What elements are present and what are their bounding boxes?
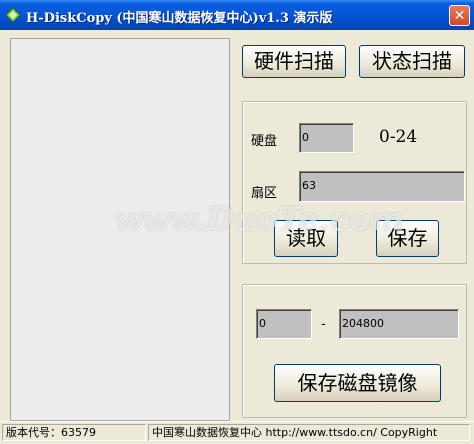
close-button[interactable]: ✕	[449, 5, 470, 26]
image-save-group: 0 - 204800 保存磁盘镜像	[242, 284, 467, 418]
end-sector-input[interactable]: 204800	[339, 309, 459, 339]
read-button[interactable]: 读取	[274, 220, 338, 257]
disk-input[interactable]: 0	[299, 123, 354, 153]
sector-input[interactable]: 63	[299, 171, 465, 202]
sector-label: 扇区	[251, 186, 278, 201]
hardware-scan-button[interactable]: 硬件扫描	[242, 45, 346, 78]
range-separator: -	[321, 317, 326, 332]
app-icon	[5, 7, 21, 23]
disk-range-text: 0-24	[379, 127, 418, 147]
title-bar[interactable]: H-DiskCopy (中国寒山数据恢复中心)v1.3 演示版 ✕	[0, 0, 474, 30]
preview-panel	[10, 38, 230, 421]
disk-label: 硬盘	[251, 134, 278, 149]
window-title: H-DiskCopy (中国寒山数据恢复中心)v1.3 演示版	[26, 11, 333, 26]
version-panel: 版本代号：63579	[2, 424, 146, 441]
start-sector-input[interactable]: 0	[256, 309, 312, 339]
sector-read-group: 硬盘 0 0-24 扇区 63 读取 保存	[242, 101, 467, 264]
status-bar: 版本代号：63579 中国寒山数据恢复中心 http://www.ttsdo.c…	[0, 421, 474, 444]
save-disk-image-button[interactable]: 保存磁盘镜像	[274, 364, 441, 402]
status-scan-button[interactable]: 状态扫描	[359, 45, 465, 78]
close-icon: ✕	[453, 8, 466, 24]
save-button[interactable]: 保存	[376, 220, 439, 257]
copyright-panel: 中国寒山数据恢复中心 http://www.ttsdo.cn/ CopyRigh…	[148, 424, 470, 441]
